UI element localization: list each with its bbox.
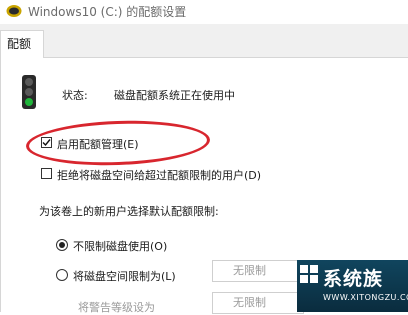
tab-divider [44,57,408,58]
panel-border [0,58,1,312]
enable-quota-checkbox[interactable] [41,137,52,148]
tab-strip [0,24,408,58]
no-limit-label: 不限制磁盘使用(O) [73,240,168,253]
enable-quota-label: 启用配额管理(E) [57,138,139,151]
checkmark-icon [42,139,51,147]
deny-space-label: 拒绝将磁盘空间给超过配额限制的用户(D) [57,169,262,182]
site-watermark: 系统族 WWW.XITONGZU.COM [297,260,408,312]
deny-space-checkbox[interactable] [41,168,52,179]
limit-space-input[interactable]: 无限制 [212,260,304,282]
watermark-logo-icon [300,265,318,283]
warning-level-label: 将警告等级设为 [78,301,155,314]
warning-level-input[interactable]: 无限制 [212,292,304,314]
limit-space-label: 将磁盘空间限制为(L) [73,270,176,283]
defaults-heading: 为该卷上的新用户选择默认配额限制: [39,205,219,218]
tab-quota[interactable]: 配额 [0,30,44,58]
status-label: 状态: [62,89,88,102]
watermark-name: 系统族 [323,268,384,290]
title-bar: Windows10 (C:) 的配额设置 [0,0,408,24]
window-title: Windows10 (C:) 的配额设置 [28,5,187,19]
drive-icon [6,5,22,17]
watermark-url: WWW.XITONGZU.COM [323,293,408,302]
radio-selected-dot [59,242,65,248]
status-value: 磁盘配额系统正在使用中 [114,89,235,102]
limit-space-radio[interactable] [56,269,68,281]
traffic-light-icon [22,75,36,109]
no-limit-radio[interactable] [56,239,68,251]
